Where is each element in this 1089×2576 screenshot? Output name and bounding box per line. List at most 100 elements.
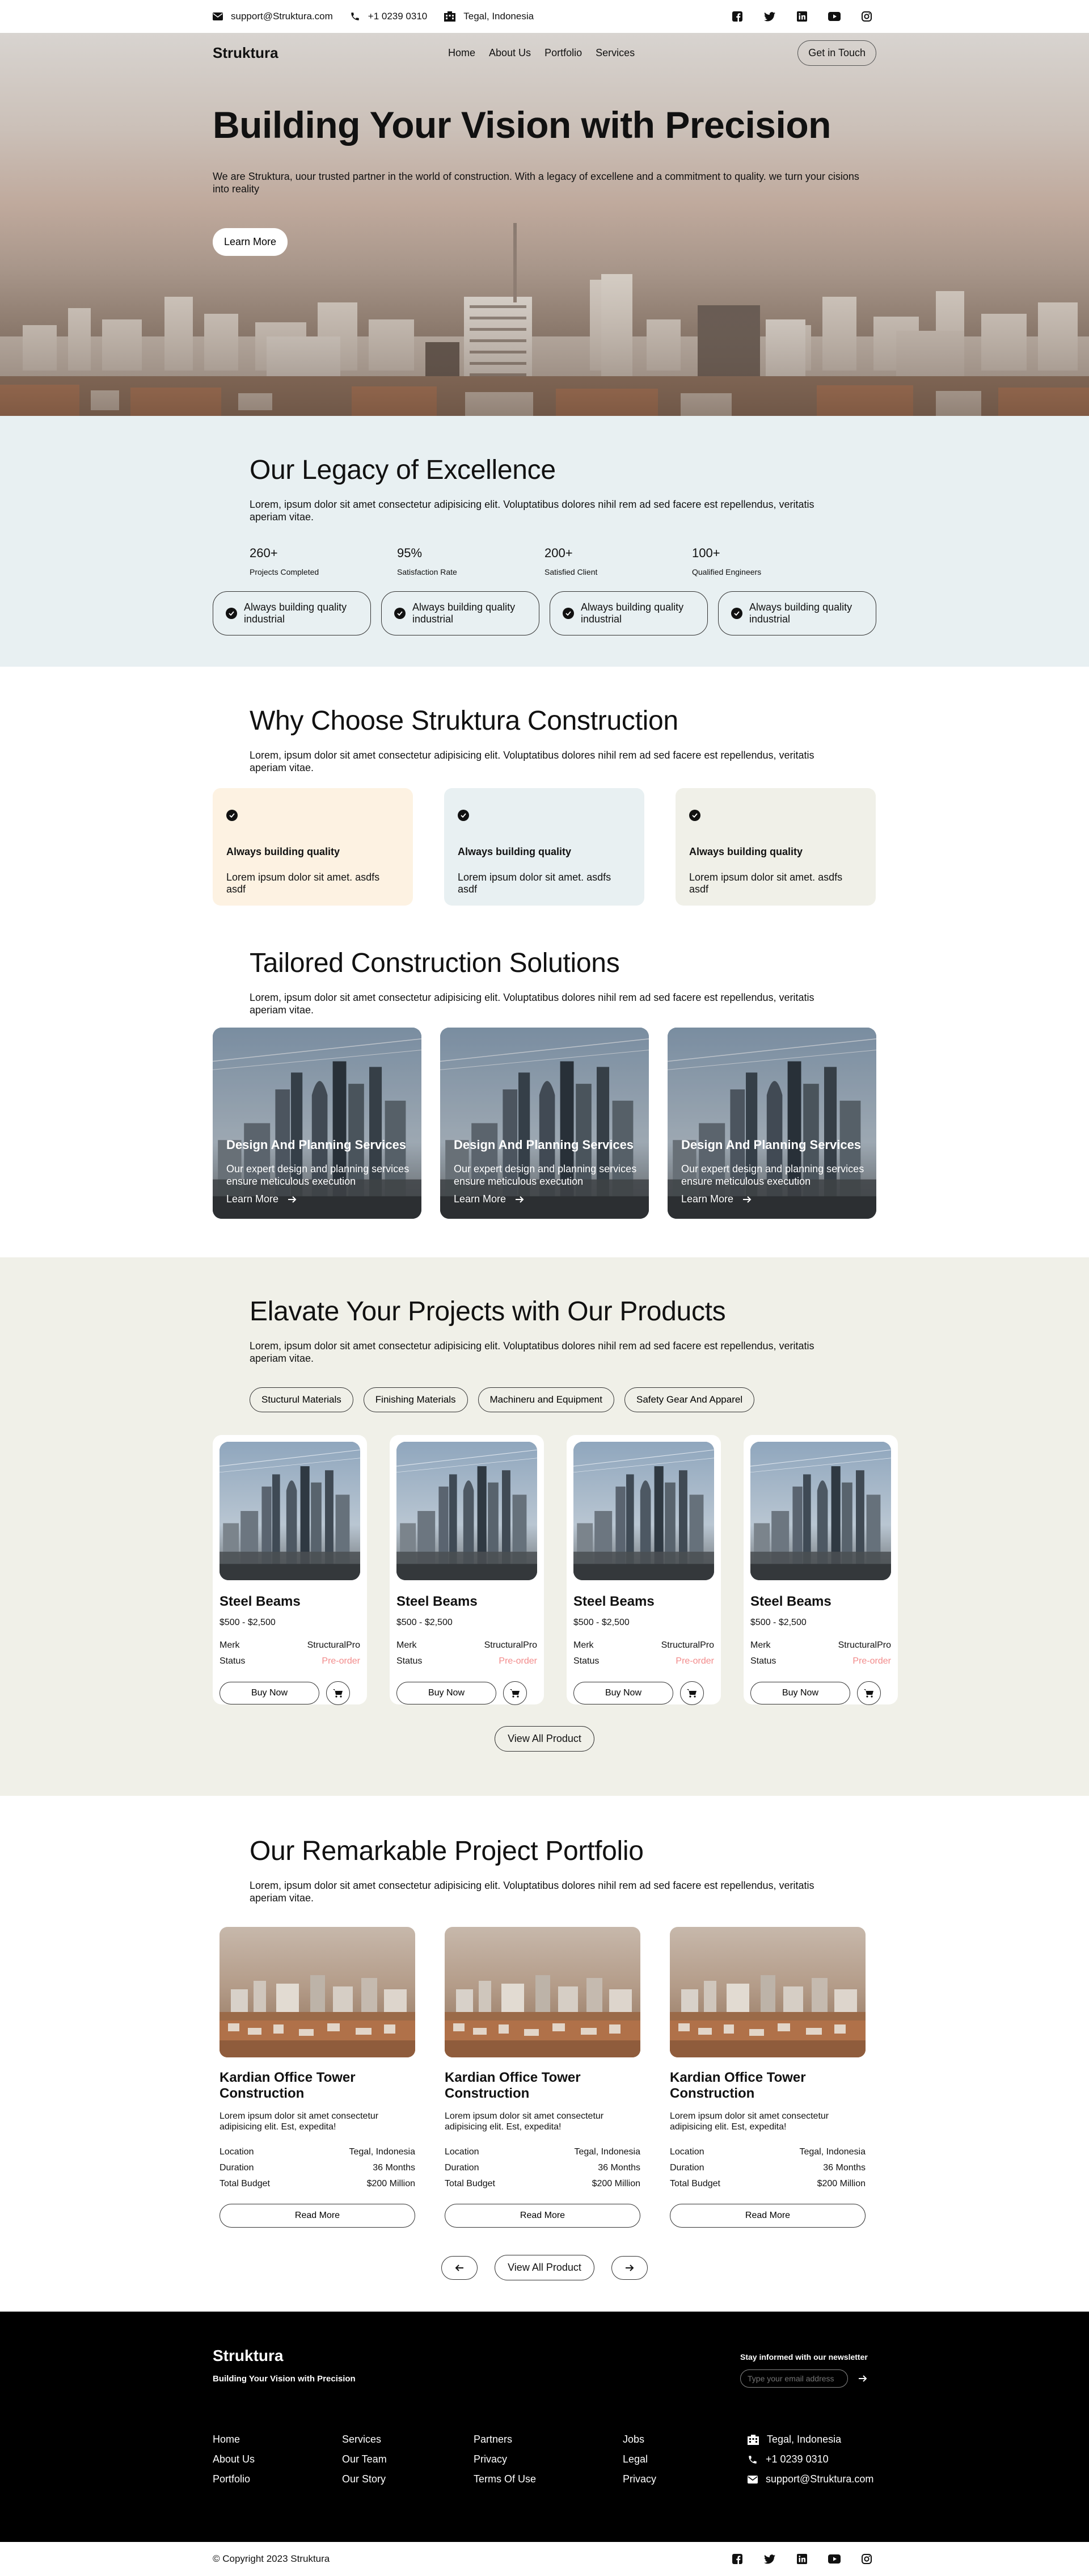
product-image <box>396 1442 537 1580</box>
facebook-icon[interactable] <box>727 7 747 27</box>
footer-link-portfolio[interactable]: Portfolio <box>213 2473 342 2485</box>
footer-link-legal[interactable]: Legal <box>623 2453 748 2465</box>
service-card[interactable]: Design And Planning Services Our expert … <box>440 1028 649 1219</box>
pill-label: Always building quality industrial <box>581 601 684 625</box>
nav-link-services[interactable]: Services <box>596 47 635 59</box>
top-bar: support@Struktura.com +1 0239 0310 Tegal… <box>0 0 1089 33</box>
quality-pill: Always building quality industrial <box>718 591 876 635</box>
why-card: Always building quality Lorem ipsum dolo… <box>444 788 644 906</box>
view-all-products-button[interactable]: View All Product <box>495 1726 594 1752</box>
status-value: Pre-order <box>676 1656 714 1666</box>
service-card-text: Our expert design and planning services … <box>681 1163 864 1187</box>
read-more-button[interactable]: Read More <box>220 2204 415 2228</box>
youtube-icon[interactable] <box>824 2549 844 2569</box>
buy-now-button[interactable]: Buy Now <box>750 1682 850 1704</box>
product-name: Steel Beams <box>750 1594 831 1609</box>
footer-email[interactable]: support@Struktura.com <box>748 2473 873 2485</box>
add-to-cart-button[interactable] <box>680 1681 704 1705</box>
add-to-cart-button[interactable] <box>326 1681 350 1705</box>
merk-value: StructuralPro <box>307 1640 360 1650</box>
check-icon <box>458 810 469 821</box>
buy-now-button[interactable]: Buy Now <box>396 1682 496 1704</box>
add-to-cart-button[interactable] <box>503 1681 527 1705</box>
budget-row: Total Budget $200 Million <box>220 2179 415 2189</box>
view-all-portfolio-button[interactable]: View All Product <box>495 2255 594 2280</box>
service-learn-more-link[interactable]: Learn More <box>681 1193 866 1205</box>
footer-link-story[interactable]: Our Story <box>342 2473 474 2485</box>
tab-machinery-equipment[interactable]: Machineru and Equipment <box>478 1387 614 1412</box>
footer-link-services[interactable]: Services <box>342 2434 474 2445</box>
linkedin-icon[interactable] <box>792 7 812 27</box>
stat-value: 100+ <box>692 546 720 560</box>
service-cards: Design And Planning Services Our expert … <box>213 1028 876 1219</box>
topbar-email[interactable]: support@Struktura.com <box>213 11 333 22</box>
instagram-icon[interactable] <box>856 7 876 27</box>
footer-link-privacy[interactable]: Privacy <box>474 2453 623 2465</box>
next-button[interactable] <box>611 2255 648 2280</box>
product-merk-row: Merk StructuralPro <box>573 1640 714 1651</box>
service-learn-more-link[interactable]: Learn More <box>454 1193 639 1205</box>
merk-value: StructuralPro <box>661 1640 714 1650</box>
footer-location[interactable]: Tegal, Indonesia <box>748 2434 873 2445</box>
product-status-row: Status Pre-order <box>396 1656 537 1666</box>
budget-row: Total Budget $200 Million <box>670 2179 866 2189</box>
buy-now-button[interactable]: Buy Now <box>573 1682 673 1704</box>
send-arrow-icon[interactable] <box>858 2375 867 2383</box>
topbar-location[interactable]: Tegal, Indonesia <box>444 11 534 22</box>
tab-finishing-materials[interactable]: Finishing Materials <box>363 1387 468 1412</box>
learn-more-button[interactable]: Learn More <box>213 228 288 256</box>
service-card[interactable]: Design And Planning Services Our expert … <box>213 1028 421 1219</box>
footer-link-partners[interactable]: Partners <box>474 2434 623 2445</box>
nav-link-home[interactable]: Home <box>448 47 475 59</box>
prev-button[interactable] <box>441 2255 478 2280</box>
products-title: Elavate Your Projects with Our Products <box>250 1297 726 1327</box>
learn-more-label: Learn More <box>681 1193 734 1205</box>
why-card-title: Always building quality <box>458 846 572 857</box>
linkedin-icon[interactable] <box>792 2549 812 2569</box>
instagram-icon[interactable] <box>856 2549 876 2569</box>
legacy-title: Our Legacy of Excellence <box>250 455 556 485</box>
read-more-button[interactable]: Read More <box>670 2204 866 2228</box>
product-name: Steel Beams <box>220 1594 301 1609</box>
budget-label: Total Budget <box>220 2179 270 2188</box>
phone-icon <box>350 11 360 22</box>
newsletter-email-input[interactable] <box>740 2369 848 2388</box>
footer-links: Home About Us Portfolio Services Our Tea… <box>213 2434 876 2485</box>
service-learn-more-link[interactable]: Learn More <box>226 1193 411 1205</box>
product-card: Steel Beams $500 - $2,500 Merk Structural… <box>567 1435 721 1705</box>
footer-link-jobs[interactable]: Jobs <box>623 2434 748 2445</box>
duration-label: Duration <box>670 2163 704 2173</box>
twitter-icon[interactable] <box>759 7 779 27</box>
stat-engineers: 100+ Qualified Engineers <box>692 546 839 576</box>
add-to-cart-button[interactable] <box>857 1681 881 1705</box>
topbar-phone[interactable]: +1 0239 0310 <box>350 11 427 22</box>
footer-phone[interactable]: +1 0239 0310 <box>748 2453 873 2465</box>
tab-structural-materials[interactable]: Stucturul Materials <box>250 1387 353 1412</box>
twitter-icon[interactable] <box>759 2549 779 2569</box>
buy-now-button[interactable]: Buy Now <box>220 1682 319 1704</box>
youtube-icon[interactable] <box>824 7 844 27</box>
footer-link-home[interactable]: Home <box>213 2434 342 2445</box>
building-icon <box>444 11 456 22</box>
facebook-icon[interactable] <box>727 2549 747 2569</box>
footer-link-team[interactable]: Our Team <box>342 2453 474 2465</box>
footer-link-privacy-2[interactable]: Privacy <box>623 2473 748 2485</box>
service-card[interactable]: Design And Planning Services Our expert … <box>668 1028 876 1219</box>
footer-link-terms[interactable]: Terms Of Use <box>474 2473 623 2485</box>
cart-icon <box>864 1689 874 1698</box>
phone-icon <box>748 2455 758 2465</box>
product-grid: Steel Beams $500 - $2,500 Merk Structural… <box>213 1435 898 1705</box>
status-value: Pre-order <box>322 1656 360 1666</box>
footer-col-3: Partners Privacy Terms Of Use <box>474 2434 623 2485</box>
portfolio-card-text: Lorem ipsum dolor sit amet consectetur a… <box>445 2111 604 2132</box>
brand-logo[interactable]: Struktura <box>213 44 278 62</box>
tab-safety-gear[interactable]: Safety Gear And Apparel <box>624 1387 755 1412</box>
nav-link-about[interactable]: About Us <box>489 47 531 59</box>
footer-link-about[interactable]: About Us <box>213 2453 342 2465</box>
nav-link-portfolio[interactable]: Portfolio <box>544 47 582 59</box>
get-in-touch-button[interactable]: Get in Touch <box>797 40 876 66</box>
duration-row: Duration 36 Months <box>220 2163 415 2173</box>
product-status-row: Status Pre-order <box>750 1656 891 1666</box>
product-card: Steel Beams $500 - $2,500 Merk Structural… <box>390 1435 544 1705</box>
read-more-button[interactable]: Read More <box>445 2204 640 2228</box>
